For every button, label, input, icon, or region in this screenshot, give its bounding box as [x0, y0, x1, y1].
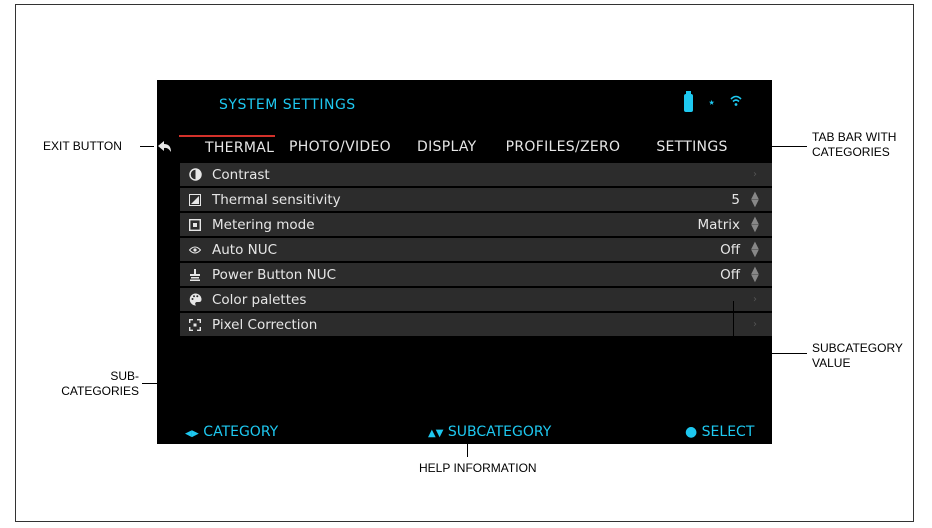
- list-item-value: 5: [731, 191, 740, 208]
- left-right-arrows-icon: ◀▶: [185, 429, 199, 439]
- annotation-subcategory-value: SUBCATEGORY VALUE: [812, 341, 903, 371]
- battery-icon: [684, 91, 694, 112]
- leader-line: [467, 444, 468, 457]
- chevron-right-icon: ›: [753, 294, 757, 305]
- bluetooth-icon: ⋆: [707, 95, 716, 111]
- list-item-value: Matrix: [697, 216, 740, 233]
- select-dot-icon: ●: [685, 424, 698, 440]
- annotation-sub-line1: SUB-: [110, 369, 139, 383]
- eye-icon: [188, 243, 202, 257]
- contrast-icon: [188, 168, 202, 182]
- tab-profiles-zero[interactable]: PROFILES/ZERO: [489, 135, 637, 161]
- tab-thermal[interactable]: THERMAL: [179, 135, 275, 161]
- up-down-arrows-icon: ▲▼: [751, 214, 759, 234]
- annotation-exit-button: EXIT BUTTON: [43, 139, 122, 153]
- list-item-label: Power Button NUC: [212, 266, 337, 283]
- leader-line: [140, 146, 154, 147]
- up-down-arrows-icon: ▲▼: [751, 264, 759, 284]
- annotation-value-line2: VALUE: [812, 356, 851, 370]
- leader-line: [733, 301, 734, 353]
- subcategory-list: Contrast › Thermal sensitivity 5 ▲ ▼ Mete…: [180, 163, 772, 338]
- list-item-label: Pixel Correction: [212, 316, 318, 333]
- list-item-color-palettes[interactable]: Color palettes ›: [180, 288, 772, 311]
- up-down-arrows-icon: ▲▼: [751, 189, 759, 209]
- exit-back-icon[interactable]: [157, 140, 173, 154]
- list-item-metering-mode[interactable]: Metering mode Matrix ▲ ▼: [180, 213, 772, 236]
- screen-title: SYSTEM SETTINGS: [219, 97, 356, 113]
- list-item-label: Auto NUC: [212, 241, 278, 258]
- help-select: ● SELECT: [685, 424, 754, 440]
- tab-photo-video[interactable]: PHOTO/VIDEO: [275, 135, 403, 161]
- annotation-sub-line2: CATEGORIES: [61, 384, 139, 398]
- list-item-value: Off: [720, 241, 740, 258]
- annotation-tab-bar-line2: CATEGORIES: [812, 145, 890, 159]
- list-item-label: Metering mode: [212, 216, 315, 233]
- list-item-label: Contrast: [212, 166, 270, 183]
- help-select-label: SELECT: [701, 424, 755, 440]
- list-item-contrast[interactable]: Contrast ›: [180, 163, 772, 186]
- annotation-tab-bar-line1: TAB BAR WITH: [812, 130, 897, 144]
- leader-line: [733, 353, 807, 354]
- tab-display[interactable]: DISPLAY: [403, 135, 489, 161]
- chevron-right-icon: ›: [753, 319, 757, 330]
- status-bar: ⋆: [684, 91, 742, 112]
- up-down-arrows-icon: ▲▼: [751, 239, 759, 259]
- list-item-power-button-nuc[interactable]: Power Button NUC Off ▲ ▼: [180, 263, 772, 286]
- annotation-value-line1: SUBCATEGORY: [812, 341, 903, 355]
- device-screen: SYSTEM SETTINGS ⋆ THERMAL PHOTO/VIDEO DI…: [157, 80, 772, 444]
- tab-bar: THERMAL PHOTO/VIDEO DISPLAY PROFILES/ZER…: [179, 135, 772, 161]
- help-subcategory: ▲▼ SUBCATEGORY: [428, 424, 551, 440]
- list-item-pixel-correction[interactable]: Pixel Correction ›: [180, 313, 772, 336]
- metering-icon: [188, 218, 202, 232]
- leader-line: [765, 146, 807, 147]
- tab-settings[interactable]: SETTINGS: [637, 135, 747, 161]
- chevron-right-icon: ›: [753, 169, 757, 180]
- annotation-help-information: HELP INFORMATION: [419, 461, 537, 475]
- annotation-tab-bar: TAB BAR WITH CATEGORIES: [812, 130, 896, 160]
- help-category-label: CATEGORY: [203, 424, 279, 440]
- list-item-label: Color palettes: [212, 291, 307, 308]
- annotation-subcategories: SUB- CATEGORIES: [50, 369, 139, 399]
- help-subcategory-label: SUBCATEGORY: [447, 424, 552, 440]
- list-item-thermal-sensitivity[interactable]: Thermal sensitivity 5 ▲ ▼: [180, 188, 772, 211]
- list-item-value: Off: [720, 266, 740, 283]
- wifi-icon: [730, 95, 742, 111]
- thermal-sensitivity-icon: [188, 193, 202, 207]
- list-item-auto-nuc[interactable]: Auto NUC Off ▲ ▼: [180, 238, 772, 261]
- power-nuc-icon: [188, 268, 202, 282]
- list-item-label: Thermal sensitivity: [212, 191, 341, 208]
- up-down-arrows-icon: ▲▼: [428, 428, 444, 439]
- leader-line: [229, 360, 230, 384]
- pixel-correction-icon: [188, 318, 202, 332]
- palette-icon: [188, 293, 202, 307]
- help-category: ◀▶ CATEGORY: [185, 424, 278, 440]
- leader-line: [142, 383, 229, 384]
